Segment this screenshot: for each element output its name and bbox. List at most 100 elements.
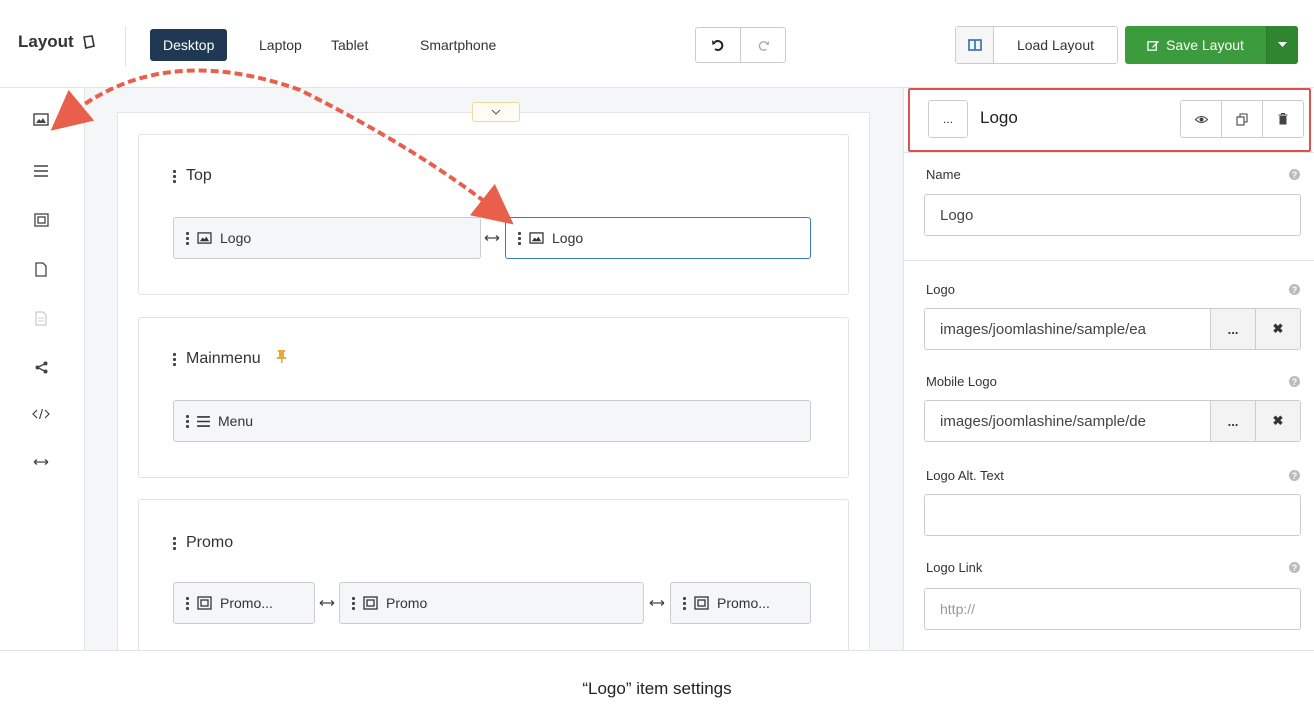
logo-label: Logo	[926, 282, 955, 297]
drag-handle-icon[interactable]	[186, 231, 189, 245]
more-options-button[interactable]: ...	[928, 100, 968, 138]
block-promo[interactable]: Promo	[339, 582, 644, 624]
caret-down-icon	[1278, 42, 1287, 47]
promo-icon[interactable]	[30, 209, 52, 231]
item-title: Logo	[980, 108, 1018, 127]
width-icon[interactable]	[30, 451, 52, 473]
caption: “Logo” item settings	[0, 650, 1314, 726]
block-label: Menu	[218, 413, 254, 429]
mobile-logo-field[interactable]: images/joomlashine/sample/de ... ✖	[924, 400, 1301, 442]
row-top[interactable]: Top Logo Logo	[138, 134, 849, 295]
save-layout-label: Save Layout	[1166, 37, 1244, 53]
help-icon[interactable]: ?	[1289, 376, 1300, 387]
collapse-toggle[interactable]	[472, 102, 520, 122]
history-group	[695, 27, 786, 63]
row-mainmenu[interactable]: Mainmenu Menu	[138, 317, 849, 478]
row-promo[interactable]: Promo Promo... Promo Promo...	[138, 499, 849, 669]
row-title-text: Mainmenu	[186, 350, 261, 367]
block-label: Logo	[552, 230, 584, 246]
clear-button[interactable]: ✖	[1255, 309, 1300, 349]
save-options-dropdown[interactable]	[1266, 26, 1298, 64]
pin-icon[interactable]	[276, 350, 286, 368]
block-promo[interactable]: Promo...	[670, 582, 811, 624]
visibility-button[interactable]	[1181, 101, 1221, 137]
load-layout-label: Load Layout	[1016, 37, 1095, 53]
browse-button[interactable]: ...	[1210, 309, 1255, 349]
device-smartphone-button[interactable]: Smartphone	[407, 29, 509, 61]
item-header: ... Logo	[908, 88, 1311, 152]
drag-handle-icon[interactable]	[186, 414, 189, 428]
device-tablet-button[interactable]: Tablet	[318, 29, 381, 61]
help-icon[interactable]: ?	[1289, 562, 1300, 573]
columns-icon	[956, 27, 994, 63]
layout-title: Layout	[18, 32, 95, 52]
share-icon[interactable]	[30, 356, 52, 378]
block-promo[interactable]: Promo...	[173, 582, 315, 624]
document-icon	[30, 307, 52, 329]
divider	[904, 152, 1314, 153]
resize-handle-icon[interactable]	[482, 232, 502, 244]
code-icon[interactable]	[30, 403, 52, 425]
save-layout-button[interactable]: Save Layout	[1125, 26, 1298, 64]
page-icon[interactable]	[30, 258, 52, 280]
mobile-logo-label: Mobile Logo	[926, 374, 997, 389]
load-layout-button[interactable]: Load Layout	[955, 26, 1118, 64]
element-palette	[0, 88, 85, 650]
drag-handle-icon[interactable]	[683, 596, 686, 610]
copy-icon	[1235, 112, 1248, 126]
block-label: Promo...	[717, 595, 770, 611]
redo-button[interactable]	[740, 28, 785, 62]
logo-link-label: Logo Link	[926, 560, 983, 575]
block-label: Logo	[220, 230, 252, 246]
help-icon[interactable]: ?	[1289, 470, 1300, 481]
duplicate-button[interactable]	[1221, 101, 1262, 137]
undo-icon	[712, 40, 724, 51]
device-laptop-button[interactable]: Laptop	[246, 29, 315, 61]
drag-handle-icon[interactable]	[173, 536, 176, 550]
resize-handle-icon[interactable]	[647, 597, 667, 609]
drag-handle-icon[interactable]	[173, 169, 176, 183]
block-logo-selected[interactable]: Logo	[505, 217, 811, 259]
trash-icon	[1278, 113, 1288, 125]
layout-title-text: Layout	[18, 32, 74, 51]
image-icon	[197, 232, 212, 244]
promo-icon	[197, 596, 212, 610]
help-icon[interactable]: ?	[1289, 284, 1300, 295]
item-actions	[1180, 100, 1304, 138]
menu-icon	[197, 415, 210, 427]
drag-handle-icon[interactable]	[173, 352, 176, 366]
alt-text-field[interactable]	[924, 494, 1301, 536]
block-menu[interactable]: Menu	[173, 400, 811, 442]
row-title: Mainmenu	[173, 350, 286, 368]
image-icon[interactable]	[30, 108, 52, 130]
block-logo[interactable]: Logo	[173, 217, 481, 259]
resize-handle-icon[interactable]	[317, 597, 337, 609]
section-frame: Top Logo Logo Mainmenu Menu Promo Promo.…	[117, 102, 870, 669]
device-desktop-button[interactable]: Desktop	[150, 29, 228, 61]
drag-handle-icon[interactable]	[186, 596, 189, 610]
row-title-text: Top	[186, 167, 212, 184]
eye-icon	[1194, 115, 1208, 123]
divider	[904, 260, 1314, 261]
book-icon	[82, 35, 95, 49]
undo-button[interactable]	[696, 28, 740, 62]
promo-icon	[363, 596, 378, 610]
help-icon[interactable]: ?	[1289, 169, 1300, 180]
clear-button[interactable]: ✖	[1255, 401, 1300, 441]
name-label: Name	[926, 167, 961, 182]
block-label: Promo	[386, 595, 428, 611]
name-field[interactable]: Logo	[924, 194, 1301, 236]
drag-handle-icon[interactable]	[352, 596, 355, 610]
delete-button[interactable]	[1262, 101, 1303, 137]
redo-icon	[758, 40, 769, 51]
row-title-text: Promo	[186, 534, 234, 551]
browse-button[interactable]: ...	[1210, 401, 1255, 441]
drag-handle-icon[interactable]	[518, 231, 521, 245]
row-title: Top	[173, 167, 212, 185]
row-title: Promo	[173, 534, 233, 552]
chevron-down-icon	[491, 109, 501, 115]
menu-icon[interactable]	[30, 160, 52, 182]
logo-field[interactable]: images/joomlashine/sample/ea ... ✖	[924, 308, 1301, 350]
logo-link-field[interactable]: http://	[924, 588, 1301, 630]
divider	[125, 26, 126, 66]
